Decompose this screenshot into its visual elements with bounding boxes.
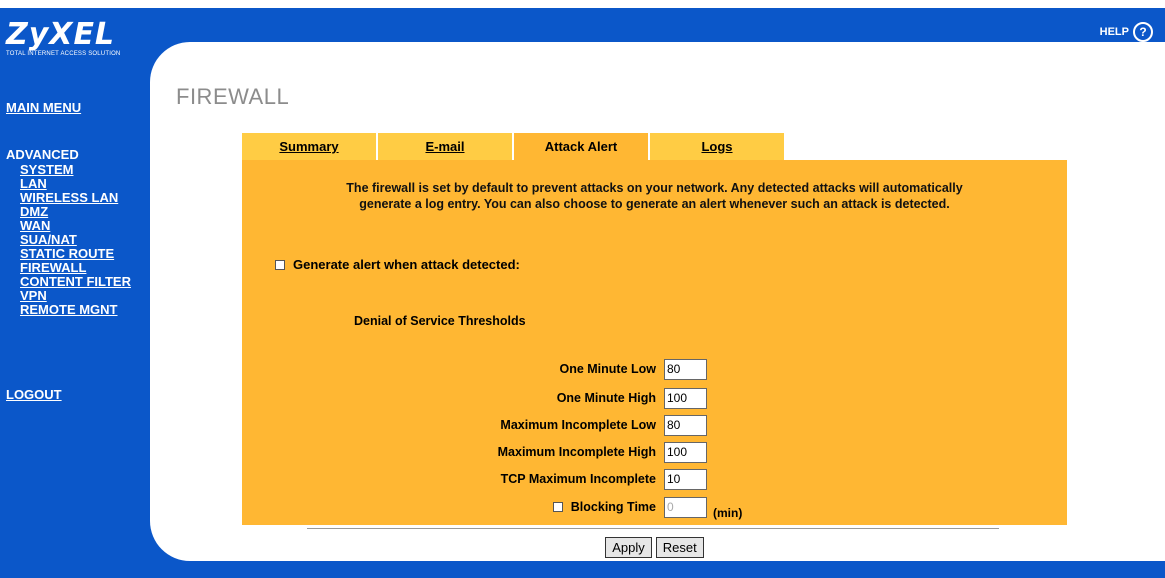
blocking-time-label: Blocking Time [570, 500, 656, 514]
sidebar-item-firewall[interactable]: FIREWALL [20, 261, 131, 275]
tcp-max-incomplete-label: TCP Maximum Incomplete [500, 472, 656, 486]
sidebar-item-remote-mgnt[interactable]: REMOTE MGNT [20, 303, 131, 317]
tcp-max-incomplete-input[interactable] [664, 468, 707, 490]
sidebar-item-sua-nat[interactable]: SUA/NAT [20, 233, 131, 247]
generate-alert-label: Generate alert when attack detected: [293, 257, 520, 272]
attack-alert-form: The firewall is set by default to preven… [242, 160, 1067, 558]
tab-email[interactable]: E-mail [378, 133, 514, 160]
tab-email-label: E-mail [425, 139, 465, 154]
blocking-time-checkbox[interactable] [552, 502, 563, 512]
sidebar-item-static-route[interactable]: STATIC ROUTE [20, 247, 131, 261]
sidebar-item-wireless-lan[interactable]: WIRELESS LAN [20, 191, 131, 205]
app-frame: ZyXEL TOTAL INTERNET ACCESS SOLUTION HEL… [0, 8, 1165, 578]
advanced-heading: ADVANCED [6, 147, 79, 162]
one-minute-high-input[interactable] [664, 387, 707, 409]
logo-text: ZyXEL [6, 17, 116, 52]
threshold-row: TCP Maximum Incomplete [501, 468, 707, 490]
reset-button[interactable]: Reset [655, 537, 704, 558]
zyxel-logo: ZyXEL TOTAL INTERNET ACCESS SOLUTION [6, 17, 121, 58]
logout-link[interactable]: LOGOUT [6, 388, 62, 402]
help-button[interactable]: HELP ? [1100, 22, 1153, 42]
tab-bar: Summary E-mail Attack Alert Logs [242, 133, 786, 160]
tab-summary[interactable]: Summary [242, 133, 378, 160]
threshold-row: One Minute High [557, 387, 707, 409]
tab-logs[interactable]: Logs [650, 133, 786, 160]
sidebar-item-system[interactable]: SYSTEM [20, 163, 131, 177]
max-incomplete-high-label: Maximum Incomplete High [497, 445, 656, 459]
threshold-row: Maximum Incomplete Low [500, 414, 707, 436]
help-label: HELP [1099, 26, 1129, 38]
divider [307, 528, 999, 529]
blocking-time-unit: (min) [713, 506, 743, 520]
max-incomplete-low-input[interactable] [664, 414, 707, 436]
threshold-row: One Minute Low [559, 358, 707, 380]
main-panel: FIREWALL Summary E-mail Attack Alert Log… [150, 42, 1165, 561]
description-line-2: generate a log entry. You can also choos… [359, 197, 950, 211]
threshold-row: Maximum Incomplete High [498, 441, 707, 463]
apply-button[interactable]: Apply [605, 537, 652, 558]
sidebar-item-lan[interactable]: LAN [20, 177, 131, 191]
sidebar-item-wan[interactable]: WAN [20, 219, 131, 233]
question-circle-icon: ? [1133, 22, 1153, 42]
sidebar-item-content-filter[interactable]: CONTENT FILTER [20, 275, 131, 289]
one-minute-low-label: One Minute Low [559, 362, 656, 376]
sidebar-item-vpn[interactable]: VPN [20, 289, 131, 303]
tab-logs-label: Logs [701, 139, 733, 154]
page-title: FIREWALL [176, 84, 290, 109]
tab-attack-alert-label: Attack Alert [544, 139, 618, 154]
tab-attack-alert[interactable]: Attack Alert [514, 133, 650, 160]
max-incomplete-low-label: Maximum Incomplete Low [500, 418, 656, 432]
tab-summary-label: Summary [279, 139, 339, 154]
sidebar-item-dmz[interactable]: DMZ [20, 205, 131, 219]
form-buttons: Apply Reset [242, 537, 1067, 558]
main-menu-link[interactable]: MAIN MENU [6, 101, 81, 115]
generate-alert-checkbox[interactable] [275, 259, 285, 270]
description: The firewall is set by default to preven… [242, 180, 1067, 212]
blocking-time-input[interactable] [664, 496, 707, 518]
generate-alert-row: Generate alert when attack detected: [275, 257, 520, 272]
description-line-1: The firewall is set by default to preven… [346, 181, 963, 195]
one-minute-low-input[interactable] [664, 358, 707, 380]
dos-thresholds-heading: Denial of Service Thresholds [354, 314, 526, 328]
blocking-time-row: Blocking Time [552, 496, 707, 518]
max-incomplete-high-input[interactable] [664, 441, 707, 463]
logo-tagline: TOTAL INTERNET ACCESS SOLUTION [6, 51, 121, 57]
advanced-menu: SYSTEM LAN WIRELESS LAN DMZ WAN SUA/NAT … [20, 163, 131, 317]
one-minute-high-label: One Minute High [556, 391, 656, 405]
